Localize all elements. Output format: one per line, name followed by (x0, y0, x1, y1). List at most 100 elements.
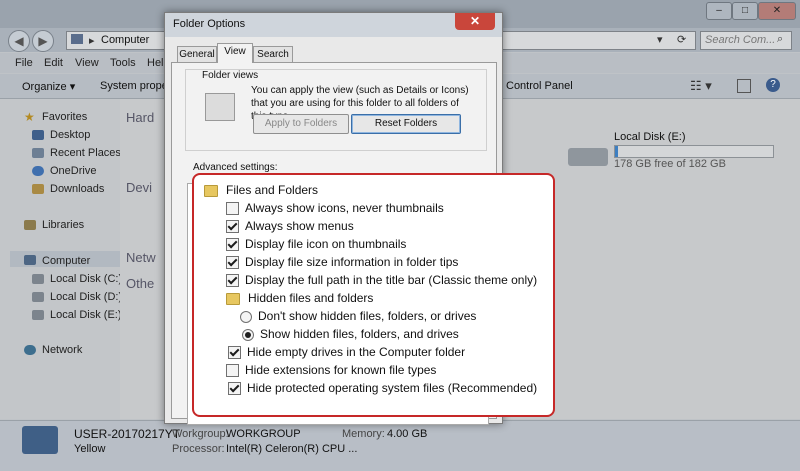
option-label: Display file size information in folder … (245, 255, 459, 269)
nav-desktop[interactable]: Desktop (50, 129, 90, 141)
help-icon[interactable]: ? (766, 78, 780, 92)
option: Don't show hidden files, folders, or dri… (240, 309, 476, 323)
section-hard-drives[interactable]: Hard (126, 110, 154, 125)
organize-button[interactable]: Organize ▾ (22, 80, 75, 93)
option-label: Files and Folders (226, 183, 319, 197)
option: Always show icons, never thumbnails (226, 201, 444, 216)
advanced-settings-list[interactable]: Files and Folders Always show icons, neve… (192, 173, 555, 417)
address-dropdown-icon[interactable]: ▾ (657, 33, 663, 46)
option: Hidden files and folders (226, 291, 373, 305)
advanced-setting-checkbox-row[interactable]: Always show icons, never thumbnails (226, 201, 444, 219)
menu-view[interactable]: View (75, 57, 99, 69)
address-separator: ▸ (89, 35, 95, 47)
close-window-button[interactable]: ✕ (758, 2, 796, 20)
menu-tools[interactable]: Tools (110, 57, 136, 69)
apply-to-folders-button[interactable]: Apply to Folders (253, 114, 349, 134)
nav-favorites[interactable]: Favorites (42, 111, 87, 123)
option-label: Hide empty drives in the Computer folder (247, 345, 466, 359)
nav-downloads[interactable]: Downloads (50, 183, 104, 195)
dialog-title: Folder Options (173, 18, 246, 30)
nav-recent-places[interactable]: Recent Places (50, 147, 121, 159)
radio-unselected[interactable] (240, 310, 252, 323)
search-icon: ⌕ (777, 33, 784, 45)
option-label: Hide extensions for known file types (245, 363, 437, 377)
computer-description: Yellow (74, 443, 106, 455)
radio-selected[interactable] (242, 328, 254, 341)
tab-general[interactable]: General (177, 46, 217, 63)
computer-icon (71, 34, 83, 44)
section-network[interactable]: Netw (126, 250, 156, 265)
workgroup-value: WORKGROUP (226, 428, 301, 440)
view-options-icon[interactable]: ☷ ▾ (690, 78, 712, 94)
checkbox-unchecked[interactable] (226, 202, 239, 216)
checkbox-checked[interactable] (228, 346, 241, 360)
refresh-icon[interactable]: ⟳ (677, 33, 686, 46)
advanced-setting-radio-row[interactable]: Don't show hidden files, folders, or dri… (240, 309, 476, 327)
option-label: Display file icon on thumbnails (245, 237, 407, 251)
checkbox-unchecked[interactable] (226, 364, 239, 378)
nav-network[interactable]: Network (42, 344, 82, 356)
menu-edit[interactable]: Edit (44, 57, 63, 69)
disk-d-icon (32, 292, 44, 302)
workgroup-label: Workgroup: (172, 428, 229, 440)
advanced-setting-checkbox-row[interactable]: Display file icon on thumbnails (226, 237, 406, 255)
disk-c-icon (32, 274, 44, 284)
highlighted-option: Hide protected operating system files (R… (226, 380, 542, 396)
search-input[interactable]: Search Com... ⌕ (700, 31, 792, 50)
option-label: Show hidden files, folders, and drives (260, 327, 459, 341)
advanced-setting-checkbox-row[interactable]: Hide empty drives in the Computer folder (226, 344, 470, 363)
drive-e-name[interactable]: Local Disk (E:) (614, 131, 686, 143)
checkbox-checked[interactable] (228, 382, 241, 396)
control-panel-button[interactable]: Control Panel (506, 80, 573, 92)
checkbox-checked[interactable] (226, 238, 239, 252)
dialog-close-button[interactable]: ✕ (455, 13, 495, 30)
maximize-button[interactable]: □ (732, 2, 758, 20)
back-button[interactable]: ◀ (8, 30, 30, 52)
advanced-setting-checkbox-row[interactable]: Display file size information in folder … (226, 255, 458, 273)
folder-views-icon (205, 93, 235, 121)
option: Display the full path in the title bar (… (226, 273, 537, 288)
drive-e-usage-fill (615, 146, 618, 157)
processor-label: Processor: (172, 443, 225, 455)
reset-folders-button[interactable]: Reset Folders (351, 114, 461, 134)
minimize-button[interactable]: – (706, 2, 732, 20)
option-label: Hidden files and folders (248, 291, 374, 305)
cloud-icon (32, 166, 44, 176)
advanced-setting-checkbox-row[interactable]: Hide extensions for known file types (226, 363, 436, 381)
nav-computer[interactable]: Computer (42, 255, 90, 267)
forward-button[interactable]: ▶ (32, 30, 54, 52)
option-label: Always show icons, never thumbnails (245, 201, 444, 215)
desktop-icon (32, 130, 44, 140)
computer-nav-icon (24, 255, 36, 265)
advanced-setting-radio-row[interactable]: Show hidden files, folders, and drives (240, 326, 463, 345)
nav-disk-c[interactable]: Local Disk (C:) (50, 273, 122, 285)
checkbox-checked[interactable] (226, 220, 239, 234)
highlighted-option: Hide empty drives in the Computer folder (226, 344, 470, 360)
nav-disk-e[interactable]: Local Disk (E:) (50, 309, 122, 321)
nav-libraries[interactable]: Libraries (42, 219, 84, 231)
advanced-setting-folder-row: Files and Folders (204, 183, 318, 201)
advanced-setting-checkbox-row[interactable]: Display the full path in the title bar (… (226, 273, 537, 291)
system-properties-button[interactable]: System proper (100, 80, 172, 92)
nav-onedrive[interactable]: OneDrive (50, 165, 96, 177)
tab-view[interactable]: View (217, 43, 253, 63)
checkbox-checked[interactable] (226, 256, 239, 270)
drive-e-usage-bar (614, 145, 774, 158)
section-other[interactable]: Othe (126, 276, 154, 291)
advanced-setting-checkbox-row[interactable]: Hide protected operating system files (R… (226, 380, 542, 399)
preview-pane-icon[interactable] (737, 79, 751, 93)
menu-file[interactable]: File (15, 57, 33, 69)
advanced-setting-checkbox-row[interactable]: Always show menus (226, 219, 354, 237)
tab-search[interactable]: Search (253, 46, 293, 63)
option-label: Don't show hidden files, folders, or dri… (258, 309, 477, 323)
menu-help[interactable]: Hel (147, 57, 164, 69)
option-label: Hide protected operating system files (R… (247, 381, 538, 395)
checkbox-checked[interactable] (226, 274, 239, 288)
option: Files and Folders (204, 183, 318, 197)
computer-name: USER-20170217YT (74, 427, 181, 441)
nav-disk-d[interactable]: Local Disk (D:) (50, 291, 122, 303)
recent-places-icon (32, 148, 44, 158)
memory-value: 4.00 GB (387, 428, 428, 440)
section-devices[interactable]: Devi (126, 180, 152, 195)
folder-icon (226, 292, 240, 305)
